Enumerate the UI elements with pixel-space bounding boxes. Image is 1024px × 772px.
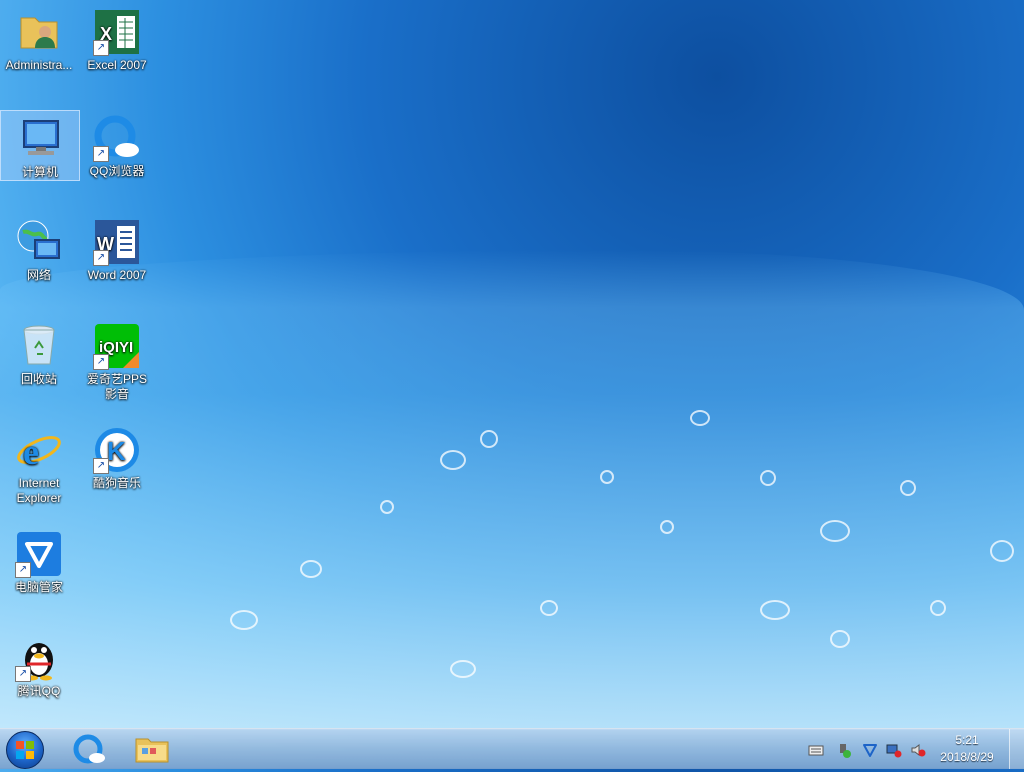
clock-date: 2018/8/29 <box>940 750 994 764</box>
shortcut-arrow-icon: ↗ <box>15 666 31 682</box>
desktop-icon-iqiyi[interactable]: iQIYI ↗ 爱奇艺PPS 影音 <box>78 318 156 402</box>
icon-label: Administra... <box>5 58 73 72</box>
show-desktop-button[interactable] <box>1009 729 1024 769</box>
shortcut-arrow-icon: ↗ <box>93 250 109 266</box>
shortcut-arrow-icon: ↗ <box>15 562 31 578</box>
pc-manager-icon: ↗ <box>15 530 63 578</box>
network-globe-icon <box>15 218 63 266</box>
clock-time: 5:21 <box>955 733 979 747</box>
recycle-bin-icon <box>15 322 63 370</box>
file-explorer-taskbar-button[interactable] <box>128 731 176 767</box>
shortcut-arrow-icon: ↗ <box>93 146 109 162</box>
desktop-icon-pc-manager[interactable]: ↗ 电脑管家 <box>0 526 78 595</box>
qq-browser-icon <box>73 734 105 764</box>
desktop-icon-word[interactable]: W ↗ Word 2007 <box>78 214 156 283</box>
internet-explorer-icon: e <box>15 426 63 474</box>
shortcut-arrow-icon: ↗ <box>93 354 109 370</box>
svg-text:e: e <box>23 432 39 472</box>
word-icon: W ↗ <box>93 218 141 266</box>
taskbar: 5:21 2018/8/29 <box>0 728 1024 769</box>
desktop-icon-administrator[interactable]: Administra... <box>0 4 78 73</box>
icon-label: 回收站 <box>20 372 57 386</box>
icon-label: 酷狗音乐 <box>92 476 141 490</box>
desktop-icon-excel[interactable]: X ↗ Excel 2007 <box>78 4 156 73</box>
icon-label: Internet Explorer <box>16 476 62 505</box>
qq-browser-icon: ↗ <box>93 114 141 162</box>
shield-tray-icon[interactable] <box>862 742 878 758</box>
excel-icon: X ↗ <box>93 8 141 56</box>
windows-start-icon <box>16 741 34 759</box>
icon-label: 爱奇艺PPS 影音 <box>86 372 147 401</box>
taskbar-clock[interactable]: 5:21 2018/8/29 <box>932 732 1002 766</box>
desktop-icon-qq[interactable]: ↗ 腾讯QQ <box>0 630 78 699</box>
svg-text:K: K <box>107 436 126 466</box>
usb-device-icon[interactable] <box>836 742 852 758</box>
icon-label: 电脑管家 <box>14 580 63 594</box>
desktop-icon-recycle-bin[interactable]: 回收站 <box>0 318 78 387</box>
icon-label: QQ浏览器 <box>89 164 145 178</box>
desktop-icon-qq-browser[interactable]: ↗ QQ浏览器 <box>78 110 156 179</box>
icon-label: 腾讯QQ <box>17 684 61 698</box>
desktop-icon-internet-explorer[interactable]: e Internet Explorer <box>0 422 78 506</box>
icon-label: Word 2007 <box>87 268 147 282</box>
shortcut-arrow-icon: ↗ <box>93 458 109 474</box>
desktop-icon-kugou[interactable]: K ↗ 酷狗音乐 <box>78 422 156 491</box>
icon-label: 计算机 <box>21 165 58 179</box>
qq-browser-taskbar-button[interactable] <box>66 731 114 767</box>
network-status-icon[interactable] <box>886 742 902 758</box>
icon-label: Excel 2007 <box>87 58 147 72</box>
qq-penguin-icon: ↗ <box>15 634 63 682</box>
keyboard-icon[interactable] <box>808 742 824 758</box>
iqiyi-icon: iQIYI ↗ <box>93 322 141 370</box>
shortcut-arrow-icon: ↗ <box>93 40 109 56</box>
user-folder-icon <box>15 8 63 56</box>
desktop-icon-computer[interactable]: 计算机 <box>0 110 80 181</box>
kugou-music-icon: K ↗ <box>93 426 141 474</box>
start-button[interactable] <box>6 731 44 769</box>
folder-icon <box>135 738 169 763</box>
computer-icon <box>16 115 64 163</box>
icon-label: 网络 <box>26 268 51 282</box>
volume-muted-icon[interactable] <box>910 742 926 758</box>
desktop-icon-network[interactable]: 网络 <box>0 214 78 283</box>
